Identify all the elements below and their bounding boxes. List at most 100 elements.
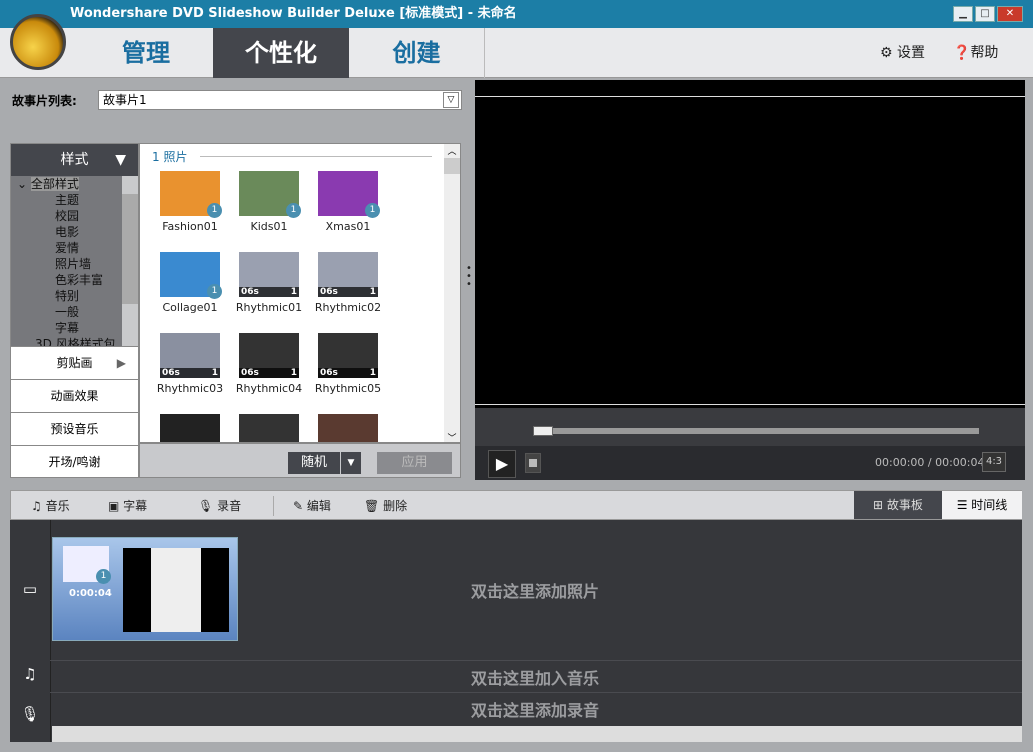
tab-manage[interactable]: 管理 [78, 28, 214, 78]
storyboard-tab[interactable]: ⊞ 故事板 [854, 491, 942, 519]
edit-button[interactable]: ✎ 编辑 [293, 497, 331, 514]
grid-icon: ⊞ [873, 498, 887, 512]
style-thumbnail[interactable]: 1 [239, 171, 301, 218]
play-icon: ▶ [495, 454, 509, 473]
tree-item[interactable]: 主题 [11, 192, 138, 208]
window-title: Wondershare DVD Slideshow Builder Deluxe… [70, 6, 517, 21]
microphone-track-icon: 🎙 [20, 705, 40, 723]
play-button[interactable]: ▶ [488, 450, 516, 478]
chevron-down-icon: ▽ [443, 92, 459, 108]
microphone-icon: 🎙 [198, 499, 218, 513]
time-display: 00:00:00 / 00:00:04 [875, 456, 985, 469]
film-icon: ▣ [108, 499, 124, 513]
delete-button[interactable]: 🗑 删除 [364, 497, 407, 514]
music-track-icon: ♫ [23, 665, 37, 683]
tree-item[interactable]: 照片墙 [11, 256, 138, 272]
tree-item[interactable]: 电影 [11, 224, 138, 240]
subtitle-button[interactable]: ▣ 字幕 [108, 497, 147, 514]
help-icon: ❓ [953, 45, 971, 61]
record-button[interactable]: 🎙 录音 [198, 497, 241, 514]
duration-caption: 06s 1 [239, 368, 299, 378]
list-icon: ☰ [956, 498, 972, 512]
style-thumbnail[interactable]: 1 [318, 171, 380, 218]
style-tree: ⌄ 全部样式 主题 校园 电影 爱情 照片墙 色彩丰富 特别 一般 字幕 3D … [11, 176, 138, 346]
tree-item[interactable]: 色彩丰富 [11, 272, 138, 288]
timeline-tab[interactable]: ☰ 时间线 [942, 491, 1022, 519]
add-record-hint[interactable]: 双击这里添加录音 [50, 697, 1020, 721]
style-thumbnail[interactable] [160, 414, 220, 442]
tab-create[interactable]: 创建 [349, 28, 485, 78]
splitter-handle[interactable]: • • • [466, 264, 472, 290]
duration-caption: 06s 1 [318, 287, 378, 297]
tree-item[interactable]: 校园 [11, 208, 138, 224]
timeline-toolbar: ♫ 音乐 ▣ 字幕 🎙 录音 ✎ 编辑 🗑 删除 ⊞ 故事板 ☰ 时间线 [10, 490, 1022, 520]
style-grid: 1 照片 1 Fashion01 1 Kids01 1 Xmas01 1 Collage01 0… [139, 143, 461, 443]
style-header[interactable]: 样式 ▼ [11, 144, 138, 176]
close-button[interactable]: ✕ [997, 6, 1023, 22]
style-name: Rhythmic01 [235, 301, 303, 314]
intro-credits-button[interactable]: 开场/鸣谢 [11, 445, 138, 478]
style-name: Kids01 [250, 220, 288, 233]
trash-icon: 🗑 [364, 499, 384, 513]
style-thumbnail[interactable] [318, 414, 378, 442]
style-thumbnail[interactable]: 06s 1 [160, 333, 220, 378]
grid-footer: 随机 ▼ 应用 [139, 443, 461, 478]
tree-item[interactable]: 全部样式 [30, 177, 79, 191]
style-name: Rhythmic05 [314, 382, 382, 395]
style-name: Rhythmic02 [314, 301, 382, 314]
tree-scrollbar[interactable] [122, 176, 138, 346]
duration-caption: 06s 1 [160, 368, 220, 378]
storyboard-area: ▭ ♫ 🎙 1 0:00:04 双击这里添加照片 双击这里加入音乐 双击这里添加… [10, 520, 1022, 742]
preset-music-button[interactable]: 预设音乐 [11, 412, 138, 445]
animation-button[interactable]: 动画效果 [11, 379, 138, 412]
add-photo-hint[interactable]: 双击这里添加照片 [50, 578, 1020, 602]
tree-item[interactable]: 爱情 [11, 240, 138, 256]
tree-item[interactable]: 3D 风格样式包 [11, 336, 138, 346]
tree-item[interactable]: 一般 [11, 304, 138, 320]
help-button[interactable]: ❓帮助 [953, 42, 998, 62]
gear-icon: ⚙ [880, 45, 898, 61]
story-list-label: 故事片列表: [12, 94, 77, 108]
aspect-ratio-button[interactable]: 4:3 [982, 452, 1006, 472]
timeline-scrollbar[interactable] [52, 726, 1022, 742]
seek-bar[interactable] [535, 428, 979, 434]
duration-caption: 06s 1 [318, 368, 378, 378]
music-button[interactable]: ♫ 音乐 [31, 497, 70, 514]
app-logo [10, 14, 66, 70]
settings-button[interactable]: ⚙ 设置 [880, 42, 925, 62]
apply-button[interactable]: 应用 [377, 452, 452, 474]
tree-item[interactable]: 特别 [11, 288, 138, 304]
section-title: 1 照片 [152, 150, 188, 164]
random-button[interactable]: 随机 [288, 452, 340, 474]
story-list-select[interactable]: 故事片1 ▽ [98, 90, 462, 110]
style-name: Collage01 [162, 301, 218, 314]
style-thumbnail[interactable]: 1 [160, 252, 222, 299]
main-nav: 管理 个性化 创建 ⚙ 设置 ❓帮助 [0, 28, 1033, 78]
duration-caption: 06s 1 [239, 287, 299, 297]
clipart-button[interactable]: 剪贴画 ▶ [11, 346, 138, 379]
arrow-right-icon: ▶ [116, 356, 126, 370]
style-thumbnail[interactable]: 1 [160, 171, 222, 218]
style-thumbnail[interactable]: 06s 1 [239, 252, 299, 297]
style-panel: 样式 ▼ ⌄ 全部样式 主题 校园 电影 爱情 照片墙 色彩丰富 特别 一般 字… [10, 143, 139, 478]
pencil-icon: ✎ [293, 499, 307, 513]
minimize-button[interactable]: ▁ [953, 6, 973, 22]
stop-button[interactable] [525, 453, 541, 473]
tree-item[interactable]: 字幕 [11, 320, 138, 336]
style-name: Rhythmic03 [156, 382, 224, 395]
style-thumbnail[interactable]: 06s 1 [239, 333, 299, 378]
style-thumbnail[interactable]: 06s 1 [318, 333, 378, 378]
seek-handle[interactable] [533, 426, 553, 436]
stop-icon [529, 459, 537, 467]
maximize-button[interactable]: □ [975, 6, 995, 22]
add-music-hint[interactable]: 双击这里加入音乐 [50, 665, 1020, 689]
grid-scrollbar[interactable]: ︿ ﹀ [444, 144, 460, 442]
random-dropdown[interactable]: ▼ [341, 452, 361, 474]
music-note-icon: ♫ [31, 499, 46, 513]
style-thumbnail[interactable] [239, 414, 299, 442]
video-preview: ▶ 00:00:00 / 00:00:04 4:3 [475, 80, 1025, 480]
clip-thumbnail: 1 [63, 546, 111, 584]
style-thumbnail[interactable]: 06s 1 [318, 252, 378, 297]
tab-personalize[interactable]: 个性化 [213, 28, 349, 78]
collapse-icon[interactable]: ⌄ [17, 177, 31, 191]
